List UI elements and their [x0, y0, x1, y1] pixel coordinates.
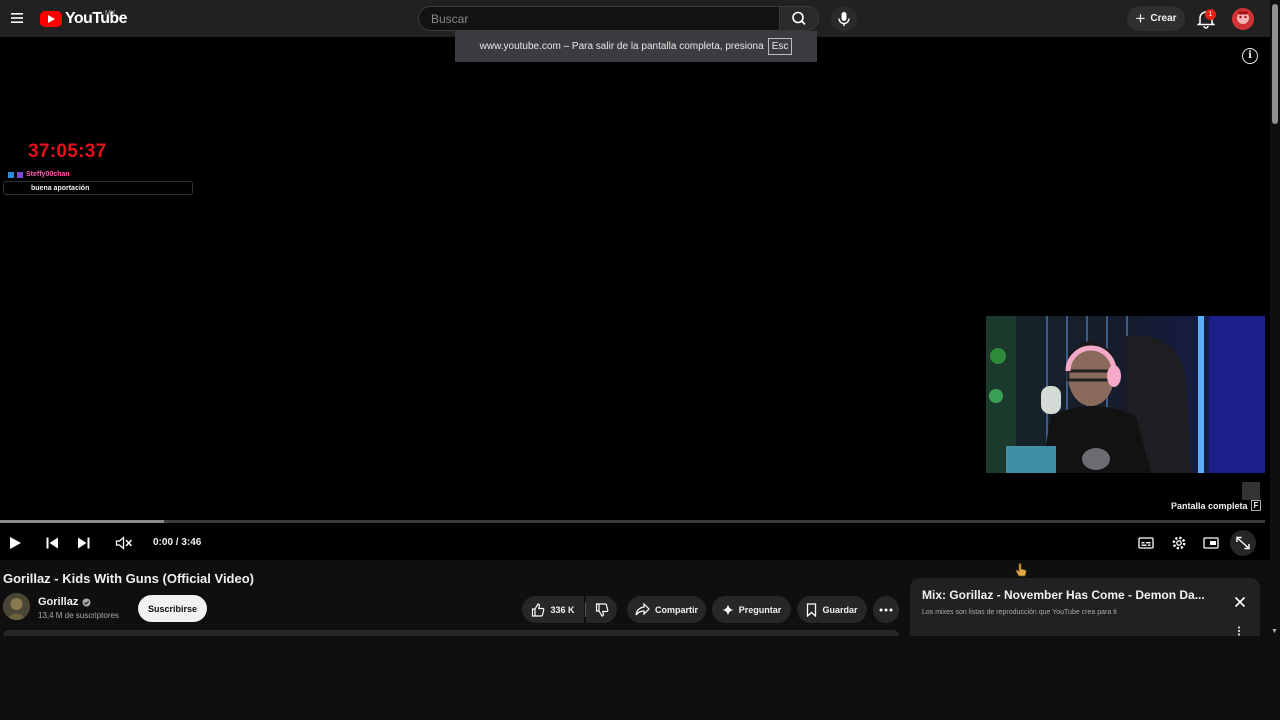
share-icon: [635, 603, 650, 616]
more-horizontal-icon: [879, 608, 893, 611]
webcam-overlay: [986, 316, 1265, 473]
exit-fullscreen-button[interactable]: [1230, 530, 1256, 556]
dislike-button[interactable]: [586, 596, 617, 623]
chat-badge-icon: [17, 171, 23, 178]
save-label: Guardar: [822, 604, 858, 615]
play-icon: [10, 537, 21, 549]
description-box[interactable]: [3, 630, 899, 636]
voice-search-button[interactable]: [831, 6, 857, 32]
skip-next-icon: [78, 537, 90, 549]
escape-key: Esc: [767, 38, 793, 55]
chat-badge-icon: [8, 171, 14, 178]
subtitles-button[interactable]: [1135, 530, 1157, 556]
subscribe-button[interactable]: Suscribirse: [138, 595, 207, 622]
menu-icon[interactable]: [6, 7, 28, 29]
like-count: 336 K: [550, 604, 575, 615]
chat-user: Steffy00chan: [26, 171, 70, 178]
overlay-timer: 37:05:37: [28, 141, 107, 162]
like-button[interactable]: 336 K: [522, 596, 584, 623]
channel-avatar[interactable]: [3, 593, 30, 620]
ask-label: Preguntar: [738, 604, 782, 615]
channel-thumbnail: [1242, 482, 1260, 500]
theater-mode-icon: [1203, 537, 1219, 549]
thumbs-up-icon: [532, 602, 545, 617]
chat-message-text: buena aportación: [31, 184, 90, 192]
search-icon: [792, 11, 806, 26]
share-label: Compartir: [654, 604, 698, 615]
search-box[interactable]: [418, 6, 780, 31]
channel-name[interactable]: Gorillaz: [38, 596, 78, 608]
play-button[interactable]: [4, 530, 26, 556]
create-button[interactable]: + Crear: [1127, 6, 1185, 31]
more-vertical-icon[interactable]: [1237, 626, 1241, 636]
account-avatar[interactable]: [1232, 8, 1254, 30]
mute-button[interactable]: [113, 530, 135, 556]
share-button[interactable]: Compartir: [627, 596, 706, 623]
theater-mode-button[interactable]: [1200, 530, 1222, 556]
info-icon[interactable]: i: [1242, 48, 1258, 64]
verified-icon: [82, 598, 91, 606]
fullscreen-notice: www.youtube.com – Para salir de la panta…: [455, 31, 817, 62]
scroll-down-arrow-icon[interactable]: ▼: [1271, 628, 1278, 635]
gear-icon: [1172, 536, 1186, 550]
video-title: Gorillaz - Kids With Guns (Official Vide…: [3, 571, 254, 586]
fullscreen-tooltip: Pantalla completa F: [1171, 500, 1262, 511]
mix-playlist-panel[interactable]: [910, 578, 1260, 636]
close-button[interactable]: [1232, 594, 1248, 610]
logo-text: YouTube: [65, 10, 127, 27]
page-scrollbar[interactable]: [1270, 0, 1280, 720]
progress-bar[interactable]: [0, 520, 1265, 523]
volume-muted-icon: [115, 536, 133, 550]
time-display: 0:00 / 3:46: [153, 537, 202, 548]
chat-username: Steffy00chan: [8, 171, 70, 178]
microphone-icon: [838, 12, 850, 26]
subtitles-icon: [1138, 537, 1154, 549]
country-code: MX: [105, 10, 116, 17]
subscriber-count: 13,4 M de suscriptores: [38, 611, 119, 620]
previous-button[interactable]: [41, 530, 63, 556]
next-button[interactable]: [73, 530, 95, 556]
sparkle-icon: [722, 604, 734, 615]
save-button[interactable]: Guardar: [797, 596, 867, 623]
search-button[interactable]: [779, 6, 819, 31]
settings-button[interactable]: [1168, 530, 1190, 556]
youtube-play-icon: [40, 11, 62, 27]
chat-message: buena aportación: [3, 181, 193, 195]
create-label: Crear: [1150, 13, 1177, 24]
video-player[interactable]: [0, 37, 1270, 560]
mix-subtitle: Los mixes son listas de reproducción que…: [922, 609, 1117, 616]
youtube-logo[interactable]: YouTube MX: [40, 8, 127, 30]
scrollbar-thumb[interactable]: [1272, 4, 1278, 124]
ask-button[interactable]: Preguntar: [712, 596, 791, 623]
channel-name-row[interactable]: Gorillaz: [38, 596, 91, 608]
hand-cursor-icon: [1015, 563, 1027, 577]
buffered-bar: [0, 520, 165, 523]
fullscreen-notice-text: www.youtube.com – Para salir de la panta…: [479, 41, 764, 52]
fullscreen-label: Pantalla completa: [1171, 500, 1248, 511]
plus-icon: +: [1135, 9, 1146, 28]
close-icon: [1234, 596, 1246, 608]
thumbs-down-icon: [595, 602, 608, 617]
notification-badge: 1: [1205, 9, 1216, 20]
bookmark-icon: [807, 602, 817, 617]
more-actions-button[interactable]: [873, 596, 899, 623]
exit-fullscreen-icon: [1236, 536, 1250, 550]
fullscreen-key: F: [1250, 500, 1262, 511]
search-input[interactable]: [429, 10, 753, 27]
mix-title[interactable]: Mix: Gorillaz - November Has Come - Demo…: [922, 588, 1222, 602]
skip-previous-icon: [46, 537, 58, 549]
